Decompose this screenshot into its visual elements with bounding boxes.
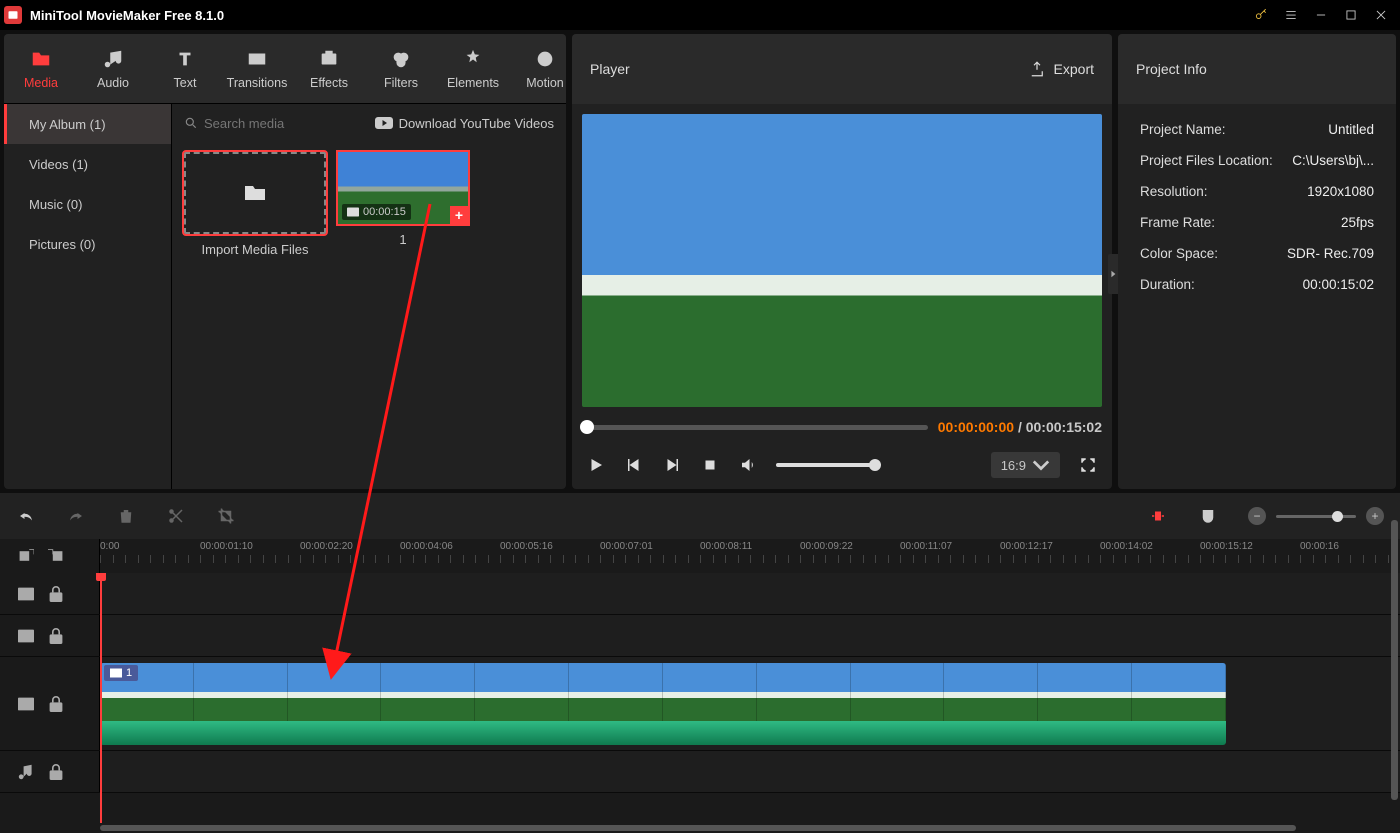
fullscreen-button[interactable]	[1078, 455, 1098, 475]
tab-motion[interactable]: Motion	[520, 48, 570, 90]
tab-media[interactable]: Media	[16, 48, 66, 90]
clip-index-badge: 1	[104, 665, 138, 681]
media-panel: Media Audio Text Transitions Effects Fil…	[4, 34, 566, 489]
crop-button[interactable]	[216, 506, 236, 526]
split-button[interactable]	[166, 506, 186, 526]
player-title: Player	[590, 61, 630, 77]
chevron-down-icon	[1032, 456, 1050, 474]
media-clip-1[interactable]: 00:00:15 +	[338, 152, 468, 224]
tab-filters[interactable]: Filters	[376, 48, 426, 90]
minimize-button[interactable]	[1306, 1, 1336, 29]
export-icon	[1028, 60, 1046, 78]
maximize-button[interactable]	[1336, 1, 1366, 29]
time-display: 00:00:00:00 / 00:00:15:02	[938, 419, 1102, 435]
search-icon	[184, 116, 198, 130]
sidebar-item-album[interactable]: My Album (1)	[4, 104, 171, 144]
aspect-ratio-select[interactable]: 16:9	[991, 452, 1060, 478]
timeline-panel: − + 0:0000:00:01:1000:00:02:2000:00:04:0…	[0, 493, 1400, 833]
tab-text[interactable]: Text	[160, 48, 210, 90]
prev-frame-button[interactable]	[624, 455, 644, 475]
text-icon	[174, 48, 196, 70]
tab-transitions[interactable]: Transitions	[232, 48, 282, 90]
stop-button[interactable]	[700, 455, 720, 475]
magnet-button[interactable]	[1198, 506, 1218, 526]
app-logo	[4, 6, 22, 24]
elements-icon	[462, 48, 484, 70]
clip-duration-badge: 00:00:15	[342, 204, 411, 220]
play-button[interactable]	[586, 455, 606, 475]
seek-slider[interactable]	[582, 425, 928, 430]
timeline-clip[interactable]: 1	[100, 663, 1226, 745]
transitions-icon	[246, 48, 268, 70]
next-frame-button[interactable]	[662, 455, 682, 475]
vertical-scrollbar[interactable]	[1391, 520, 1398, 800]
music-icon	[102, 48, 124, 70]
collapse-panel-button[interactable]	[1108, 254, 1118, 294]
tab-audio[interactable]: Audio	[88, 48, 138, 90]
tab-effects[interactable]: Effects	[304, 48, 354, 90]
zoom-in-button[interactable]: +	[1366, 507, 1384, 525]
app-title: MiniTool MovieMaker Free 8.1.0	[30, 8, 224, 23]
import-media-button[interactable]	[184, 152, 326, 234]
export-button[interactable]: Export	[1028, 60, 1094, 78]
import-label: Import Media Files	[202, 242, 309, 257]
menu-button[interactable]	[1276, 1, 1306, 29]
volume-icon[interactable]	[738, 455, 758, 475]
preview-area[interactable]	[582, 114, 1102, 407]
lock-icon[interactable]	[48, 764, 64, 780]
volume-slider[interactable]	[776, 463, 876, 467]
playhead[interactable]	[100, 573, 102, 823]
video-track-icon	[18, 628, 34, 644]
motion-icon	[534, 48, 556, 70]
search-input[interactable]	[204, 116, 344, 131]
video-track-icon	[18, 586, 34, 602]
audio-track-icon	[18, 764, 34, 780]
undo-button[interactable]	[16, 506, 36, 526]
delete-button[interactable]	[116, 506, 136, 526]
project-info-panel: Project Info Project Name:Untitled Proje…	[1118, 34, 1396, 489]
fit-timeline-button[interactable]	[1148, 506, 1168, 526]
tab-elements[interactable]: Elements	[448, 48, 498, 90]
download-youtube-button[interactable]: Download YouTube Videos	[375, 116, 554, 131]
folder-plus-icon	[243, 183, 267, 203]
zoom-out-button[interactable]: −	[1248, 507, 1266, 525]
folder-icon	[30, 48, 52, 70]
sidebar-item-pictures[interactable]: Pictures (0)	[4, 224, 171, 264]
timeline-scrollbar[interactable]	[0, 823, 1400, 833]
video-track-icon	[18, 696, 34, 712]
add-track-icon[interactable]	[18, 548, 34, 564]
lock-icon[interactable]	[48, 586, 64, 602]
sidebar-item-music[interactable]: Music (0)	[4, 184, 171, 224]
filters-icon	[390, 48, 412, 70]
close-button[interactable]	[1366, 1, 1396, 29]
sidebar-item-videos[interactable]: Videos (1)	[4, 144, 171, 184]
zoom-slider[interactable]	[1276, 515, 1356, 518]
search-input-wrap	[184, 116, 344, 131]
redo-button[interactable]	[66, 506, 86, 526]
remove-track-icon[interactable]	[48, 548, 64, 564]
player-panel: Player Export 00:00:00:00 / 00:00:15:02	[572, 34, 1112, 489]
lock-icon[interactable]	[48, 628, 64, 644]
youtube-icon	[375, 117, 393, 129]
lock-icon[interactable]	[48, 696, 64, 712]
add-clip-button[interactable]: +	[450, 206, 468, 224]
titlebar: MiniTool MovieMaker Free 8.1.0	[0, 0, 1400, 30]
effects-icon	[318, 48, 340, 70]
key-icon[interactable]	[1246, 1, 1276, 29]
clip-label: 1	[399, 232, 406, 247]
project-info-title: Project Info	[1136, 61, 1207, 77]
timeline-ruler[interactable]: 0:0000:00:01:1000:00:02:2000:00:04:0600:…	[100, 539, 1400, 573]
